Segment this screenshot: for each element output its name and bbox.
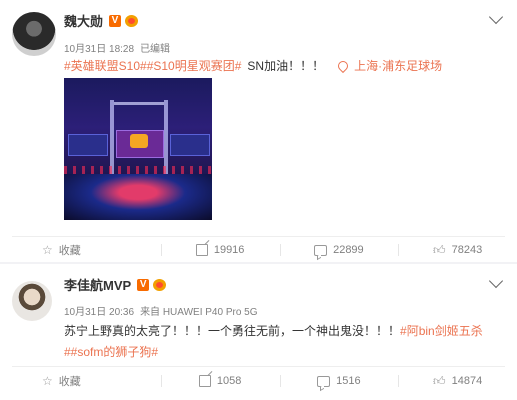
post-time[interactable]: 10月31日 18:28 bbox=[64, 40, 134, 55]
thumbs-up-icon: 👍︎ bbox=[433, 242, 446, 257]
location-text[interactable]: 上海·浦东足球场 bbox=[354, 57, 442, 74]
comment-icon bbox=[314, 244, 328, 256]
star-icon: ☆ bbox=[42, 243, 53, 257]
post-text: #英雄联盟S10# #S10明星观赛团# SN加油！！！ 上海·浦东足球场 bbox=[64, 57, 442, 74]
post-separator bbox=[0, 262, 517, 264]
post-image[interactable] bbox=[64, 78, 212, 220]
location-pin-icon bbox=[336, 58, 351, 73]
like-count: 14874 bbox=[451, 375, 483, 387]
avatar[interactable] bbox=[12, 281, 52, 321]
hashtag-link[interactable]: #阿bin剑姬五杀 bbox=[400, 324, 483, 338]
hashtag-link[interactable]: ##sofm的狮子狗# bbox=[64, 345, 158, 359]
weibo-post-1: 魏大勋 V 10月31日 18:28 已编辑 #英雄联盟S10# #S10明星观… bbox=[0, 0, 517, 262]
comment-icon bbox=[317, 375, 331, 387]
post-text-plain: 苏宁上野真的太亮了！！！一个勇往无前，一个神出鬼没！！！ bbox=[64, 324, 401, 338]
verified-icon: V bbox=[109, 14, 122, 27]
post-meta: 10月31日 20:36 来自 HUAWEI P40 Pro 5G bbox=[64, 303, 258, 318]
favorite-button[interactable]: ☆ 收藏 bbox=[0, 237, 161, 263]
post-text: 苏宁上野真的太亮了！！！一个勇往无前，一个神出鬼没！！！#阿bin剑姬五杀 bbox=[64, 322, 483, 339]
divider bbox=[12, 366, 505, 367]
comment-count: 1516 bbox=[336, 375, 361, 387]
action-bar: ☆ 收藏 19916 22899 👍︎ 78243 bbox=[0, 237, 517, 263]
favorite-label: 收藏 bbox=[58, 245, 81, 257]
share-count: 1058 bbox=[216, 375, 242, 387]
share-button[interactable]: 19916 bbox=[160, 237, 280, 263]
stage-screen bbox=[68, 134, 108, 156]
team-logo bbox=[130, 134, 148, 148]
post-source: 来自 HUAWEI P40 Pro 5G bbox=[140, 307, 258, 318]
post-text-line2: ##sofm的狮子狗# bbox=[64, 343, 158, 360]
stage-beam bbox=[114, 102, 164, 105]
author-name-text[interactable]: 李佳航MVP bbox=[64, 275, 131, 294]
post-meta: 10月31日 18:28 已编辑 bbox=[64, 40, 170, 55]
verified-icon: V bbox=[137, 278, 150, 291]
favorite-button[interactable]: ☆ 收藏 bbox=[0, 368, 161, 394]
thumbs-up-icon: 👍︎ bbox=[433, 373, 446, 388]
comment-button[interactable]: 22899 bbox=[279, 237, 399, 263]
stage-screen bbox=[170, 134, 210, 156]
action-bar: ☆ 收藏 1058 1516 👍︎ 14874 bbox=[0, 368, 517, 394]
comment-button[interactable]: 1516 bbox=[279, 368, 399, 394]
edited-label: 已编辑 bbox=[140, 44, 171, 55]
share-icon bbox=[195, 244, 208, 256]
avatar[interactable] bbox=[12, 12, 56, 56]
hashtag-link[interactable]: #英雄联盟S10# bbox=[64, 57, 147, 74]
stage-floor bbox=[64, 174, 212, 220]
post-time[interactable]: 10月31日 20:36 bbox=[64, 303, 134, 318]
fan-medal-icon[interactable] bbox=[152, 278, 167, 291]
fan-medal-icon[interactable] bbox=[124, 14, 139, 27]
chevron-down-icon[interactable] bbox=[488, 273, 504, 289]
share-icon bbox=[198, 375, 211, 387]
like-count: 78243 bbox=[451, 244, 483, 256]
hashtag-link[interactable]: #S10明星观赛团# bbox=[147, 57, 242, 74]
share-button[interactable]: 1058 bbox=[160, 368, 280, 394]
like-button[interactable]: 👍︎ 78243 bbox=[398, 237, 517, 263]
like-button[interactable]: 👍︎ 14874 bbox=[398, 368, 517, 394]
author-name[interactable]: 魏大勋 V bbox=[64, 11, 139, 30]
location-link[interactable]: 上海·浦东足球场 bbox=[336, 57, 442, 74]
star-icon: ☆ bbox=[42, 374, 53, 388]
favorite-label: 收藏 bbox=[58, 376, 81, 388]
author-name[interactable]: 李佳航MVP V bbox=[64, 275, 167, 294]
share-count: 19916 bbox=[213, 244, 245, 256]
chevron-down-icon[interactable] bbox=[488, 9, 504, 25]
comment-count: 22899 bbox=[333, 244, 364, 256]
author-name-text[interactable]: 魏大勋 bbox=[64, 11, 103, 30]
post-text-plain: SN加油！！！ bbox=[247, 59, 325, 73]
